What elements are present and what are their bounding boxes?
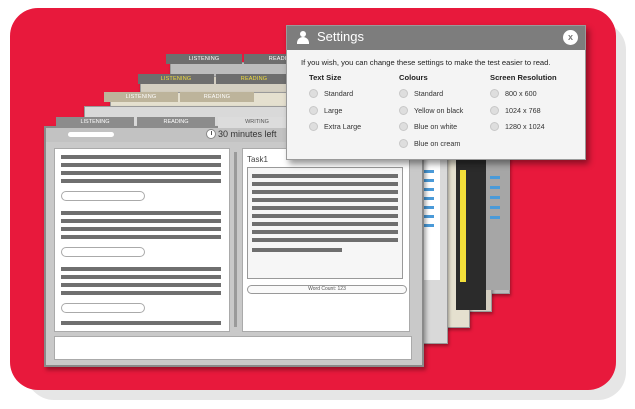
option-label: 800 x 600 <box>505 89 537 98</box>
illustration-stage: LISTENING READING LISTENING READING LIST… <box>0 0 635 409</box>
option-label: Standard <box>414 89 444 98</box>
text-line <box>252 230 398 234</box>
text-line <box>252 214 398 218</box>
back-window-blue-marks <box>424 170 434 230</box>
answer-pill[interactable] <box>61 191 145 201</box>
colours-blue-on-white-option[interactable]: Blue on white <box>399 121 463 132</box>
text-line <box>61 219 221 223</box>
settings-header: Settings x <box>287 26 585 50</box>
back-window-edge-yellow-bar <box>460 170 466 282</box>
option-label: 1024 x 768 <box>505 105 541 115</box>
radio-button[interactable] <box>309 122 318 131</box>
bottom-panel <box>54 336 412 360</box>
option-label: Extra Large <box>324 122 362 131</box>
radio-button[interactable] <box>399 122 408 131</box>
back-tab: LISTENING <box>138 74 214 84</box>
timer: 30 minutes left <box>206 129 277 139</box>
back-tab: LISTENING <box>104 92 178 102</box>
text-size-standard-option[interactable]: Standard <box>309 88 361 99</box>
answer-pill[interactable] <box>61 303 145 313</box>
option-label: 1280 x 1024 <box>505 122 545 131</box>
user-icon <box>297 31 309 44</box>
option-label: Yellow on black <box>414 105 464 115</box>
text-line <box>252 248 342 252</box>
answer-pill[interactable] <box>61 247 145 257</box>
tab-reading[interactable]: READING <box>137 117 215 128</box>
resolution-heading: Screen Resolution <box>490 73 557 82</box>
text-size-large-option[interactable]: Large <box>309 105 361 116</box>
reading-pane <box>54 148 230 332</box>
text-line <box>61 267 221 271</box>
text-size-column: Text Size Standard Large Extra Large <box>309 73 361 138</box>
option-label: Blue on cream <box>414 138 461 148</box>
back-tab: LISTENING <box>166 54 242 64</box>
text-line <box>61 163 221 167</box>
settings-title: Settings <box>317 29 364 44</box>
writing-pane: Task1 Word Count: 123 <box>242 148 410 332</box>
resolution-1280-option[interactable]: 1280 x 1024 <box>490 121 557 132</box>
text-line <box>61 171 221 175</box>
text-line <box>252 190 398 194</box>
text-line <box>61 211 221 215</box>
radio-button[interactable] <box>399 89 408 98</box>
colours-column: Colours Standard Yellow on black Blue on… <box>399 73 463 154</box>
colours-standard-option[interactable]: Standard <box>399 88 463 99</box>
text-line <box>252 238 398 242</box>
test-window: LISTENING READING WRITING 30 minutes lef… <box>44 117 424 367</box>
resolution-1024-option[interactable]: 1024 x 768 <box>490 105 557 116</box>
option-label: Blue on white <box>414 122 458 131</box>
text-line <box>252 182 398 186</box>
settings-intro: If you wish, you can change these settin… <box>301 58 551 67</box>
option-label: Standard <box>324 89 354 98</box>
text-line <box>61 283 221 287</box>
radio-button[interactable] <box>309 89 318 98</box>
back-window-blue-marks-2 <box>490 176 500 220</box>
radio-button[interactable] <box>490 105 499 115</box>
text-line <box>252 222 398 226</box>
radio-button[interactable] <box>399 138 408 148</box>
text-size-extra-large-option[interactable]: Extra Large <box>309 121 361 132</box>
timer-text: 30 minutes left <box>218 129 277 139</box>
radio-button[interactable] <box>490 89 499 98</box>
tab-listening[interactable]: LISTENING <box>56 117 134 128</box>
text-line <box>61 179 221 183</box>
text-line <box>252 206 398 210</box>
option-label: Large <box>324 105 343 115</box>
text-line <box>61 235 221 239</box>
settings-dialog: Settings x If you wish, you can change t… <box>286 25 586 160</box>
text-line <box>252 198 398 202</box>
colours-heading: Colours <box>399 73 428 82</box>
radio-button[interactable] <box>309 105 318 115</box>
close-button[interactable]: x <box>563 30 578 45</box>
tab-writing[interactable]: WRITING <box>218 117 296 128</box>
word-count: Word Count: 123 <box>247 285 407 294</box>
back-tab: READING <box>216 74 292 84</box>
essay-textarea[interactable] <box>247 167 403 279</box>
colours-yellow-on-black-option[interactable]: Yellow on black <box>399 105 463 116</box>
back-tab: READING <box>180 92 254 102</box>
text-line <box>61 321 221 325</box>
text-line <box>61 291 221 295</box>
radio-button[interactable] <box>399 105 408 115</box>
radio-button[interactable] <box>490 122 499 131</box>
text-size-heading: Text Size <box>309 73 342 82</box>
progress-pill <box>68 132 114 137</box>
text-line <box>252 174 398 178</box>
pane-scrollbar[interactable] <box>234 152 237 327</box>
resolution-column: Screen Resolution 800 x 600 1024 x 768 1… <box>490 73 557 138</box>
back-tabs-row-2: LISTENING READING <box>104 92 254 102</box>
text-line <box>61 155 221 159</box>
colours-blue-on-cream-option[interactable]: Blue on cream <box>399 138 463 149</box>
clock-icon <box>206 129 216 139</box>
task-label: Task1 <box>247 155 268 164</box>
resolution-800-option[interactable]: 800 x 600 <box>490 88 557 99</box>
text-line <box>61 227 221 231</box>
test-tabs: LISTENING READING WRITING <box>56 117 296 128</box>
text-line <box>61 275 221 279</box>
back-tabs-row-3: LISTENING READING <box>138 74 292 84</box>
